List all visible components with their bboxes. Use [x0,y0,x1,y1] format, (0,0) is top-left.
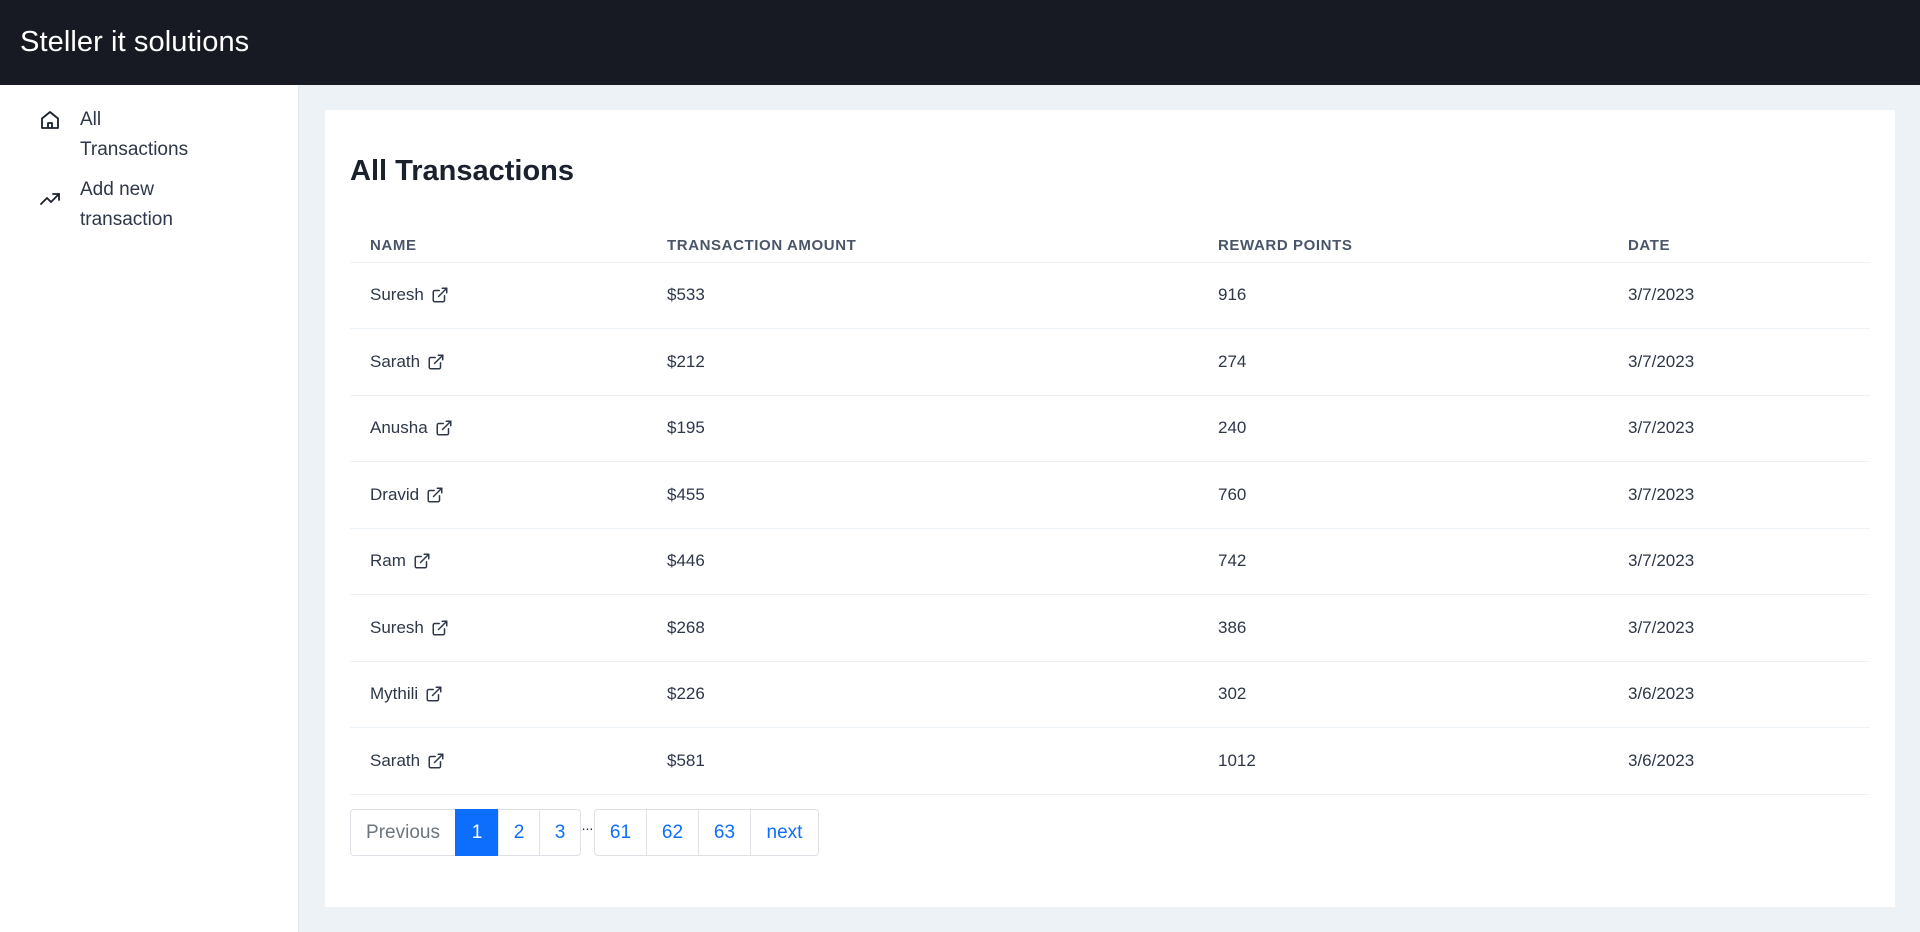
customer-link[interactable]: Sarath [370,352,445,372]
sidebar-item-label: Add new transaction [80,179,173,230]
customer-name: Dravid [370,484,420,504]
external-link-icon[interactable] [427,353,445,371]
table-row: Suresh $533 916 3/7/2023 [350,262,1870,329]
column-header-reward-points: REWARD POINTS [1198,223,1608,263]
cell-transaction-amount: $446 [647,528,1198,595]
cell-reward-points: 274 [1198,328,1608,396]
table-row: Sarath $212 274 3/7/2023 [350,328,1870,396]
table-row: Mythili $226 302 3/6/2023 [350,661,1870,728]
pagination-ellipsis: ... [581,816,594,833]
cell-transaction-amount: $455 [647,461,1198,529]
external-link-icon[interactable] [431,286,449,304]
page-button-3[interactable]: 3 [539,809,581,856]
customer-name: Mythili [370,684,419,704]
transactions-card: All Transactions NAME TRANSACTION AMOUNT… [325,110,1895,907]
customer-name: Suresh [370,617,424,637]
customer-name: Ram [370,551,406,571]
cell-name: Suresh [350,594,647,662]
customer-name: Sarath [370,351,421,371]
external-link-icon[interactable] [431,619,449,637]
sidebar: All Transactions Add new transaction [0,85,299,932]
page-button-62[interactable]: 62 [646,809,699,856]
cell-date: 3/7/2023 [1608,262,1870,329]
customer-link[interactable]: Anusha [370,418,453,438]
table-row: Dravid $455 760 3/7/2023 [350,461,1870,529]
page-button-1[interactable]: 1 [455,809,499,856]
customer-name: Suresh [370,285,424,305]
external-link-icon[interactable] [427,752,445,770]
cell-name: Sarath [350,727,647,795]
home-icon [41,111,59,129]
sidebar-item-label: All Transactions [80,109,189,160]
external-link-icon[interactable] [425,685,443,703]
cell-reward-points: 760 [1198,461,1608,529]
cell-reward-points: 1012 [1198,727,1608,795]
page-button-2[interactable]: 2 [498,809,540,856]
customer-name: Anusha [370,418,428,438]
cell-name: Dravid [350,461,647,529]
pagination: Previous 1 2 3 ... 61 62 63 next [350,809,819,856]
trending-up-icon [40,193,60,205]
cell-reward-points: 386 [1198,594,1608,662]
cell-transaction-amount: $533 [647,262,1198,329]
cell-name: Sarath [350,328,647,396]
page-button-61[interactable]: 61 [594,809,647,856]
brand-title: Steller it solutions [20,26,250,58]
previous-page-button[interactable]: Previous [350,809,456,856]
cell-name: Ram [350,528,647,595]
cell-transaction-amount: $226 [647,661,1198,728]
cell-name: Suresh [350,262,647,329]
table-row: Anusha $195 240 3/7/2023 [350,395,1870,462]
cell-transaction-amount: $581 [647,727,1198,795]
cell-reward-points: 916 [1198,262,1608,329]
cell-reward-points: 302 [1198,661,1608,728]
cell-date: 3/6/2023 [1608,727,1870,795]
top-bar: Steller it solutions [0,0,1920,85]
column-header-transaction-amount: TRANSACTION AMOUNT [647,223,1198,263]
table-row: Suresh $268 386 3/7/2023 [350,594,1870,662]
cell-transaction-amount: $268 [647,594,1198,662]
page-button-63[interactable]: 63 [698,809,751,856]
customer-link[interactable]: Mythili [370,684,443,704]
customer-link[interactable]: Sarath [370,751,445,771]
cell-name: Mythili [350,661,647,728]
cell-name: Anusha [350,395,647,462]
cell-date: 3/7/2023 [1608,395,1870,462]
external-link-icon[interactable] [426,486,444,504]
cell-date: 3/6/2023 [1608,661,1870,728]
customer-name: Sarath [370,750,421,770]
table-row: Sarath $581 1012 3/6/2023 [350,727,1870,795]
page-title: All Transactions [350,155,575,187]
external-link-icon[interactable] [413,552,431,570]
cell-transaction-amount: $195 [647,395,1198,462]
customer-link[interactable]: Suresh [370,285,449,305]
customer-link[interactable]: Suresh [370,618,449,638]
sidebar-item-add-new-transaction[interactable]: Add new transaction [38,175,210,235]
cell-reward-points: 742 [1198,528,1608,595]
cell-date: 3/7/2023 [1608,594,1870,662]
customer-link[interactable]: Ram [370,551,431,571]
next-page-button[interactable]: next [750,809,819,856]
transactions-table: NAME TRANSACTION AMOUNT REWARD POINTS DA… [350,223,1870,795]
cell-reward-points: 240 [1198,395,1608,462]
table-row: Ram $446 742 3/7/2023 [350,528,1870,595]
cell-date: 3/7/2023 [1608,528,1870,595]
external-link-icon[interactable] [435,419,453,437]
column-header-name: NAME [350,223,647,263]
column-header-date: DATE [1608,223,1870,263]
table-header-row: NAME TRANSACTION AMOUNT REWARD POINTS DA… [350,223,1870,263]
cell-date: 3/7/2023 [1608,328,1870,396]
cell-date: 3/7/2023 [1608,461,1870,529]
customer-link[interactable]: Dravid [370,485,444,505]
cell-transaction-amount: $212 [647,328,1198,396]
sidebar-item-all-transactions[interactable]: All Transactions [38,105,210,165]
